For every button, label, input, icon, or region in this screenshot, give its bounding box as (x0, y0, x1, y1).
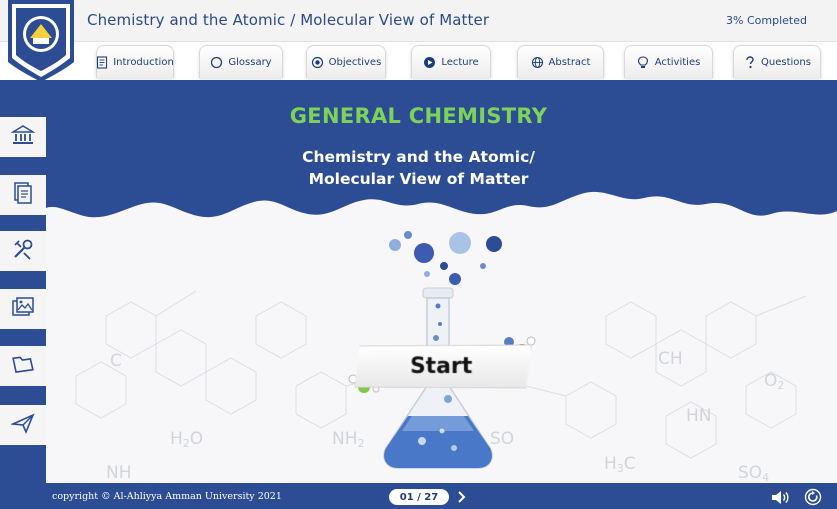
tab-label: Objectives (328, 56, 382, 68)
sidebar-item-documents[interactable] (0, 175, 46, 215)
university-logo (2, 0, 80, 84)
tab-introduction[interactable]: Introduction (96, 45, 174, 78)
folder-icon (11, 353, 35, 379)
question-icon (743, 55, 756, 69)
course-title: Chemistry and the Atomic / Molecular Vie… (87, 11, 490, 29)
svg-text:H2O: H2O (170, 429, 203, 450)
next-page-button[interactable] (454, 489, 470, 505)
lightbulb-icon (637, 55, 650, 69)
tab-questions[interactable]: Questions (733, 45, 821, 78)
replay-button[interactable] (804, 488, 822, 506)
replay-icon (804, 488, 822, 509)
tab-activities[interactable]: Activities (624, 45, 713, 78)
tab-label: Introduction (113, 56, 174, 68)
globe-icon (531, 56, 544, 69)
gallery-icon (11, 296, 35, 322)
sidebar-item-folder[interactable] (0, 346, 46, 386)
tab-label: Glossary (228, 56, 272, 68)
document-icon (96, 55, 108, 69)
tab-glossary[interactable]: Glossary (199, 45, 283, 78)
tab-lecture[interactable]: Lecture (411, 45, 491, 78)
sidebar-item-university[interactable] (0, 117, 46, 157)
chevron-right-icon (457, 488, 467, 507)
svg-text:O2: O2 (764, 371, 784, 392)
sidebar-item-tools[interactable] (0, 231, 46, 271)
progress-status: 3% Completed (726, 14, 807, 27)
tab-label: Questions (761, 56, 811, 68)
svg-text:SO: SO (490, 429, 514, 449)
target-icon (311, 56, 324, 69)
footer-bar: copyright © Al-Ahliyya Amman University … (0, 486, 837, 509)
svg-text:HN: HN (686, 406, 712, 426)
tab-label: Abstract (548, 56, 591, 68)
tab-objectives[interactable]: Objectives (306, 45, 386, 78)
sidebar-item-send[interactable] (0, 405, 46, 445)
speaker-icon (771, 491, 791, 509)
start-button[interactable]: Start (354, 344, 531, 388)
bg-label-c: C (110, 351, 122, 371)
volume-button[interactable] (771, 489, 791, 506)
tab-abstract[interactable]: Abstract (517, 45, 604, 78)
tab-label: Lecture (441, 56, 479, 68)
sidebar-item-gallery[interactable] (0, 289, 46, 329)
copyright-text: copyright © Al-Ahliyya Amman University … (52, 491, 282, 502)
top-bar: Chemistry and the Atomic / Molecular Vie… (0, 0, 837, 42)
send-icon (9, 412, 35, 438)
svg-text:NH2: NH2 (332, 429, 365, 450)
lesson-title: Chemistry and the Atomic/ Molecular View… (0, 146, 837, 190)
svg-text:NH: NH (106, 463, 132, 483)
lesson-title-line: Molecular View of Matter (308, 170, 529, 188)
svg-text:H3C: H3C (604, 454, 636, 475)
play-icon (423, 56, 436, 69)
page-indicator: 01 / 27 (389, 489, 449, 505)
svg-text:SO4: SO4 (738, 463, 769, 483)
lesson-title-line: Chemistry and the Atomic/ (302, 148, 535, 166)
svg-text:CH: CH (658, 349, 683, 369)
tools-icon (11, 237, 35, 265)
course-category-heading: GENERAL CHEMISTRY (289, 104, 548, 128)
documents-icon (12, 181, 34, 209)
tab-label: Activities (654, 56, 701, 68)
circle-icon (210, 56, 223, 69)
university-icon (10, 124, 36, 150)
left-sidebar (0, 83, 46, 486)
